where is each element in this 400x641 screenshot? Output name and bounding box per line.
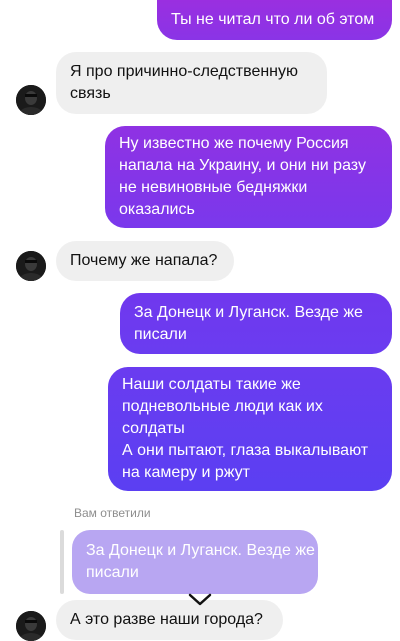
outgoing-message[interactable]: Наши солдаты такие же подневольные люди … — [108, 367, 392, 491]
message-text: А они пытают, глаза выкалывают — [122, 442, 369, 459]
avatar[interactable] — [16, 611, 46, 641]
avatar[interactable] — [16, 251, 46, 281]
message-text: подневольные люди как их — [122, 398, 323, 415]
outgoing-message[interactable]: За Донецк и Луганск. Везде же писали — [120, 293, 392, 354]
quoted-message[interactable]: За Донецк и Луганск. Везде же писали — [72, 530, 318, 594]
message-text: А это разве наши города? — [70, 611, 263, 628]
message-text: не невиновные бедняжки — [119, 179, 308, 196]
message-text: Ты не читал что ли об этом — [171, 11, 375, 28]
outgoing-message[interactable]: Ты не читал что ли об этом — [157, 0, 392, 40]
reply-indicator-bar — [60, 530, 64, 594]
quoted-text: За Донецк и Луганск. Везде же — [86, 542, 315, 559]
message-text: Ну известно же почему Россия — [119, 135, 349, 152]
avatar[interactable] — [16, 85, 46, 115]
quoted-text: писали — [86, 564, 139, 581]
message-text: За Донецк и Луганск. Везде же — [134, 303, 363, 321]
message-text: связь — [70, 85, 111, 102]
message-text: Я про причинно-следственную — [70, 63, 299, 80]
message-text: оказались — [119, 201, 195, 218]
message-text: Почему же напала? — [70, 252, 218, 269]
message-text: напала на Украину, и они ни разу — [119, 157, 366, 174]
chevron-down-icon — [188, 593, 212, 606]
outgoing-message[interactable]: Ну известно же почему Россия напала на У… — [105, 126, 392, 228]
message-text: солдаты — [122, 420, 185, 437]
incoming-message[interactable]: Я про причинно-следственную связь — [56, 52, 327, 114]
scroll-down-button[interactable] — [185, 588, 215, 612]
reply-caption: Вам ответили — [74, 506, 151, 520]
message-text: на камеру и ржут — [122, 464, 250, 481]
message-text: Наши солдаты такие же — [122, 376, 301, 393]
incoming-message[interactable]: Почему же напала? — [56, 241, 234, 281]
incoming-message[interactable]: А это разве наши города? — [56, 600, 283, 640]
message-text: писали — [134, 325, 187, 343]
